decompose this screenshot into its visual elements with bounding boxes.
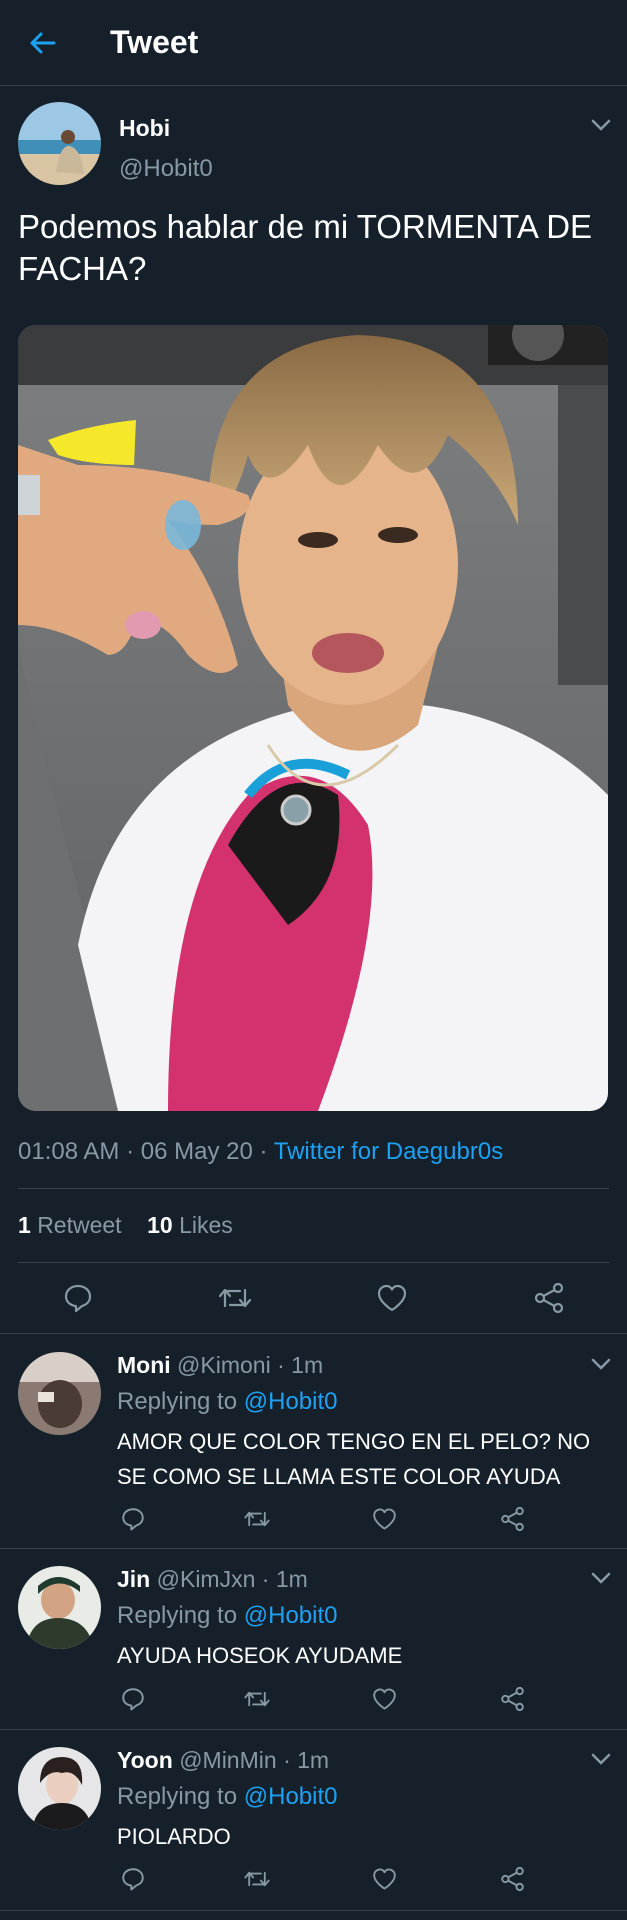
chevron-down-icon[interactable] [590, 1571, 612, 1585]
reply-icon[interactable] [120, 1866, 146, 1892]
divider [0, 1729, 627, 1730]
reply-separator: · [283, 1747, 291, 1773]
retweet-icon[interactable] [243, 1866, 271, 1892]
retweet-icon[interactable] [243, 1506, 271, 1532]
divider [0, 1333, 627, 1334]
retweets-count: 1 [18, 1212, 31, 1238]
meta-separator: · [259, 1138, 268, 1165]
replying-to-label: Replying to [117, 1388, 238, 1415]
likes-label: Likes [179, 1212, 233, 1238]
divider [0, 1910, 627, 1911]
tweet-source-link[interactable]: Twitter for Daegubr0s [274, 1138, 503, 1165]
replying-to-label: Replying to [117, 1783, 238, 1810]
reply-handle[interactable]: @Kimoni [177, 1352, 271, 1378]
tweet-date: 06 May 20 [140, 1138, 253, 1165]
author-handle[interactable]: @Hobit0 [119, 155, 213, 183]
reply-name[interactable]: Jin [117, 1566, 150, 1592]
tweet-time: 01:08 AM [18, 1138, 120, 1165]
reply-icon[interactable] [120, 1506, 146, 1532]
share-icon[interactable] [499, 1686, 526, 1712]
replying-to-link[interactable]: @Hobit0 [244, 1783, 338, 1810]
replying-to-link[interactable]: @Hobit0 [244, 1388, 338, 1415]
tweet-photo[interactable] [18, 325, 608, 1111]
reply-separator: · [261, 1566, 270, 1592]
arrow-left-icon[interactable] [26, 27, 58, 59]
likes-count: 10 [147, 1212, 173, 1238]
chevron-down-icon[interactable] [590, 1357, 612, 1371]
reply-time: 1m [275, 1566, 308, 1592]
reply-name[interactable]: Moni [117, 1352, 171, 1378]
reply-icon[interactable] [120, 1686, 146, 1712]
like-icon[interactable] [371, 1506, 398, 1532]
retweets-stat[interactable]: 1 Retweet [18, 1212, 122, 1238]
author-name[interactable]: Hobi [119, 115, 170, 142]
author-avatar[interactable] [18, 102, 101, 185]
reply-handle[interactable]: @MinMin [179, 1747, 276, 1773]
retweets-label: Retweet [37, 1212, 122, 1238]
reply-name[interactable]: Yoon [117, 1747, 173, 1773]
tweet-stats: 1 Retweet 10 Likes [18, 1212, 233, 1239]
reply-item[interactable]: Yoon @MinMin · 1m Replying to @Hobit0 PI… [0, 1747, 627, 1867]
share-icon[interactable] [532, 1282, 566, 1314]
like-icon[interactable] [375, 1282, 409, 1314]
divider [0, 1548, 627, 1549]
chevron-down-icon[interactable] [590, 1752, 612, 1766]
reply-icon[interactable] [62, 1282, 94, 1314]
likes-stat[interactable]: 10 Likes [147, 1212, 233, 1238]
share-icon[interactable] [499, 1506, 526, 1532]
page-title: Tweet [110, 24, 199, 60]
retweet-icon[interactable] [243, 1686, 271, 1712]
share-icon[interactable] [499, 1866, 526, 1892]
reply-text: AMOR QUE COLOR TENGO EN EL PELO? NO SE C… [117, 1429, 591, 1489]
reply-time: 1m [297, 1747, 330, 1773]
reply-handle[interactable]: @KimJxn [157, 1566, 256, 1592]
reply-item[interactable]: Jin @KimJxn · 1m Replying to @Hobit0 AYU… [0, 1566, 627, 1686]
tweet-timestamp: 01:08 AM · 06 May 20 · Twitter for Daegu… [18, 1138, 503, 1166]
reply-time: 1m [291, 1352, 324, 1378]
replying-to-label: Replying to [117, 1602, 238, 1629]
like-icon[interactable] [371, 1686, 398, 1712]
meta-separator: · [126, 1138, 135, 1165]
chevron-down-icon[interactable] [590, 118, 612, 132]
top-app-bar: Tweet [0, 0, 627, 86]
reply-separator: · [277, 1352, 285, 1378]
reply-text: PIOLARDO [117, 1824, 231, 1849]
tweet-text: Podemos hablar de mi TORMENTA DE FACHA? [18, 208, 593, 287]
replying-to-link[interactable]: @Hobit0 [244, 1602, 338, 1629]
retweet-icon[interactable] [217, 1282, 253, 1314]
divider [18, 1188, 609, 1189]
divider [18, 1262, 609, 1263]
reply-text: AYUDA HOSEOK AYUDAME [117, 1643, 403, 1668]
reply-item[interactable]: Moni @Kimoni · 1m Replying to @Hobit0 AM… [0, 1352, 627, 1542]
like-icon[interactable] [371, 1866, 398, 1892]
